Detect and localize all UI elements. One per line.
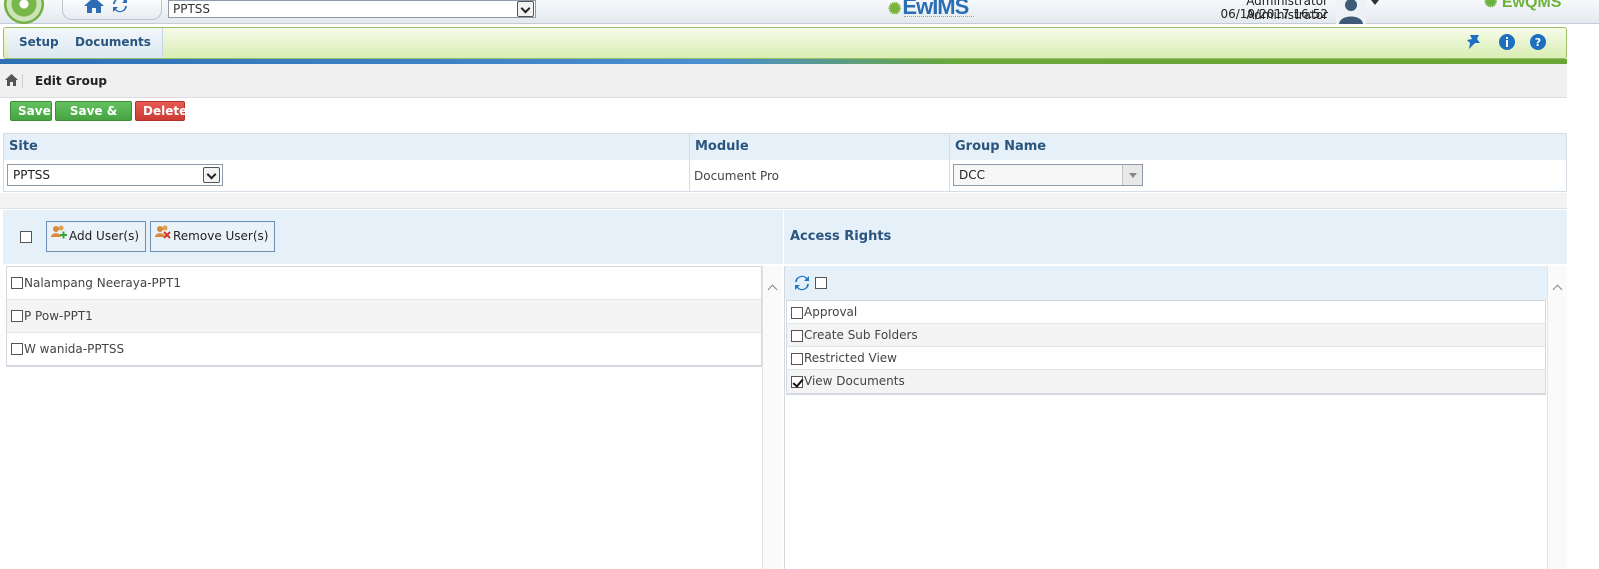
breadcrumb-separator [22, 74, 30, 88]
help-icon[interactable]: ? [1529, 33, 1547, 54]
users-toolbar: Add User(s) Remove User(s) [3, 210, 783, 264]
ewqms-logo: ✺ EwQMS [1484, 0, 1561, 12]
site-selector[interactable]: PPTSS [168, 0, 536, 18]
add-users-label: Add User(s) [69, 229, 140, 243]
access-rights-list: Approval Create Sub Folders Restricted V… [786, 300, 1546, 395]
remove-users-button[interactable]: Remove User(s) [150, 221, 276, 252]
scroll-up-icon[interactable] [767, 284, 778, 295]
home-tab [62, 0, 162, 20]
user-checkbox[interactable] [11, 277, 23, 289]
site-header: Site [4, 134, 690, 160]
menu-item-documents[interactable]: Documents [64, 28, 163, 58]
list-item[interactable]: Nalampang Neeraya-PPT1 [7, 267, 761, 300]
ewims-logo-mark-icon: ✺ [888, 1, 901, 18]
right-label: Restricted View [804, 351, 897, 365]
refresh-icon[interactable] [112, 0, 128, 16]
site-selector-value: PPTSS [173, 2, 211, 16]
right-checkbox[interactable] [791, 353, 803, 365]
current-datetime: 06/19/2017 16:52 [1220, 7, 1328, 21]
scroll-up-icon[interactable] [1552, 284, 1563, 295]
access-rights-toolbar [785, 266, 1547, 300]
chevron-down-icon[interactable] [517, 1, 534, 17]
list-item[interactable]: View Documents [787, 370, 1545, 393]
top-bar: PPTSS ✺EwIMS Administrator Administrator… [0, 0, 1599, 24]
remove-users-label: Remove User(s) [173, 229, 269, 243]
ewqms-logo-text: EwQMS [1501, 0, 1562, 11]
chevron-down-icon[interactable] [203, 167, 220, 183]
module-value: Document Pro [694, 169, 780, 183]
app-logo-icon [4, 0, 44, 24]
right-checkbox[interactable] [791, 307, 803, 319]
main-menu-bar: Setup Documents ? [3, 27, 1567, 59]
user-menu-caret-icon[interactable] [1371, 0, 1379, 5]
breadcrumb-home-icon[interactable] [5, 74, 18, 89]
access-rights-header: Access Rights [784, 210, 1567, 264]
save-button[interactable]: Save [10, 101, 52, 121]
group-name-combo[interactable]: DCC [953, 164, 1143, 186]
delete-button[interactable]: Delete [135, 101, 187, 121]
site-dropdown[interactable]: PPTSS [7, 164, 223, 186]
info-icon[interactable] [1498, 33, 1516, 54]
group-name-value: DCC [959, 168, 985, 182]
group-name-header: Group Name [950, 134, 1566, 160]
list-item[interactable]: W wanida-PPTSS [7, 333, 761, 366]
user-list-scrollbar[interactable] [762, 266, 782, 569]
window-edge [1567, 24, 1599, 569]
refresh-rights-icon[interactable] [794, 275, 810, 294]
ewims-tagline [904, 16, 974, 18]
combo-arrow-icon[interactable] [1122, 165, 1142, 185]
module-header: Module [690, 134, 950, 160]
right-checkbox[interactable] [791, 376, 803, 388]
user-label: W wanida-PPTSS [24, 342, 125, 356]
module-cell: Document Pro [690, 160, 950, 192]
group-name-cell: DCC [950, 160, 1566, 192]
select-all-users-checkbox[interactable] [20, 231, 32, 243]
user-label: P Pow-PPT1 [24, 309, 93, 323]
site-cell: PPTSS [4, 160, 690, 192]
list-item[interactable]: Approval [787, 301, 1545, 324]
pin-icon[interactable] [1466, 33, 1484, 54]
breadcrumb: Edit Group [0, 64, 1567, 98]
list-item[interactable]: Restricted View [787, 347, 1545, 370]
access-rights-title: Access Rights [790, 229, 892, 244]
add-users-button[interactable]: Add User(s) [46, 221, 147, 252]
site-dropdown-value: PPTSS [13, 168, 51, 182]
right-label: Approval [804, 305, 858, 319]
user-checkbox[interactable] [11, 310, 23, 322]
right-checkbox[interactable] [791, 330, 803, 342]
user-label: Nalampang Neeraya-PPT1 [24, 276, 181, 290]
list-item[interactable]: P Pow-PPT1 [7, 300, 761, 333]
list-item[interactable]: Create Sub Folders [787, 324, 1545, 347]
user-avatar-icon[interactable] [1336, 0, 1366, 27]
page-title: Edit Group [35, 74, 107, 88]
user-checkbox[interactable] [11, 343, 23, 355]
right-label: Create Sub Folders [804, 328, 918, 342]
right-label: View Documents [804, 374, 905, 388]
section-divider [0, 193, 1567, 209]
save-and-add-button[interactable]: Save & Add [55, 101, 132, 136]
access-rights-scrollbar[interactable] [1547, 266, 1567, 569]
add-user-icon [51, 225, 67, 239]
access-rights-panel: Approval Create Sub Folders Restricted V… [784, 266, 1547, 569]
home-icon[interactable] [83, 0, 105, 17]
select-all-rights-checkbox[interactable] [815, 277, 827, 289]
user-list: Nalampang Neeraya-PPT1 P Pow-PPT1 W wani… [6, 266, 762, 367]
menu-item-setup[interactable]: Setup [8, 28, 71, 58]
group-form: Site Module Group Name PPTSS Document Pr… [3, 133, 1567, 192]
remove-user-icon [155, 225, 171, 239]
svg-text:?: ? [1535, 36, 1541, 49]
